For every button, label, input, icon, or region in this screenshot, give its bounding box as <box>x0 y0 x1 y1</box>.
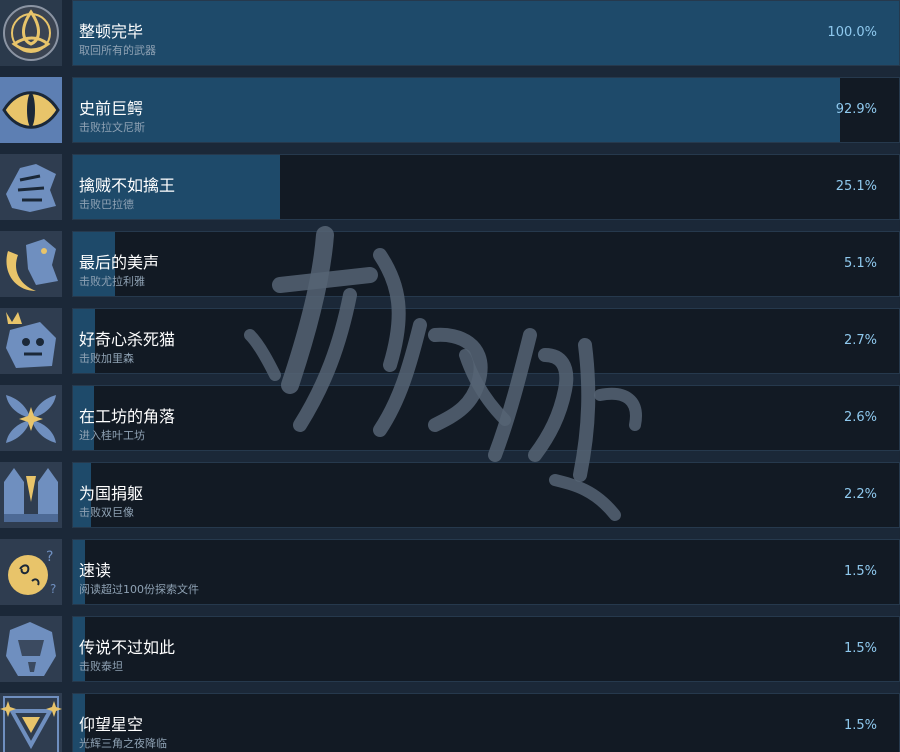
achievement-description: 击败加里森 <box>79 352 134 365</box>
swirl-face-icon: ? ? <box>0 539 62 605</box>
titan-armor-icon <box>0 616 62 682</box>
achievement-title: 整顿完毕 <box>79 22 144 41</box>
achievement-title: 在工坊的角落 <box>79 407 176 426</box>
triquetra-knot-icon <box>0 0 62 66</box>
unlock-percent: 1.5% <box>843 564 877 579</box>
achievement-row[interactable]: 仰望星空 光辉三角之夜降临 1.5% <box>0 693 900 752</box>
achievement-title: 最后的美声 <box>79 253 160 272</box>
achievement-description: 阅读超过100份探索文件 <box>79 583 199 596</box>
achievement-row[interactable]: 擒贼不如擒王 击败巴拉德 25.1% <box>0 154 900 220</box>
achievement-title: 擒贼不如擒王 <box>79 176 176 195</box>
crowned-cat-icon <box>0 308 62 374</box>
reptile-eye-icon <box>0 77 62 143</box>
achievement-row[interactable]: 传说不过如此 击败泰坦 1.5% <box>0 616 900 682</box>
achievement-title: 传说不过如此 <box>79 638 176 657</box>
unlock-percent: 92.9% <box>835 102 877 117</box>
achievement-card: 仰望星空 光辉三角之夜降临 1.5% <box>72 693 900 752</box>
achievement-row[interactable]: 最后的美声 击败尤拉利雅 5.1% <box>0 231 900 297</box>
svg-text:?: ? <box>50 582 56 596</box>
unlock-percent: 25.1% <box>835 179 877 194</box>
achievement-row[interactable]: 史前巨鳄 击败拉文尼斯 92.9% <box>0 77 900 143</box>
unlock-percent: 1.5% <box>843 718 877 733</box>
unlock-percent: 2.6% <box>843 410 877 425</box>
achievement-description: 击败巴拉德 <box>79 198 134 211</box>
star-triangle-icon <box>0 693 62 752</box>
bird-crescent-icon <box>0 231 62 297</box>
beast-head-icon <box>0 154 62 220</box>
achievement-card: 好奇心杀死猫 击败加里森 2.7% <box>72 308 900 374</box>
achievement-row[interactable]: 为国捐躯 击败双巨像 2.2% <box>0 462 900 528</box>
unlock-percent: 2.2% <box>843 487 877 502</box>
unlock-percent: 100.0% <box>827 25 877 40</box>
achievement-description: 光辉三角之夜降临 <box>79 737 167 750</box>
achievement-card: 传说不过如此 击败泰坦 1.5% <box>72 616 900 682</box>
achievement-list: 整顿完毕 取回所有的武器 100.0% 史前巨鳄 击败拉文尼斯 92.9% 擒贼… <box>0 0 900 752</box>
achievement-card: 为国捐躯 击败双巨像 2.2% <box>72 462 900 528</box>
achievement-card: 擒贼不如擒王 击败巴拉德 25.1% <box>72 154 900 220</box>
achievement-card: 在工坊的角落 进入桂叶工坊 2.6% <box>72 385 900 451</box>
achievement-description: 进入桂叶工坊 <box>79 429 145 442</box>
achievement-title: 仰望星空 <box>79 715 144 734</box>
achievement-title: 好奇心杀死猫 <box>79 330 176 349</box>
achievement-card: 速读 阅读超过100份探索文件 1.5% <box>72 539 900 605</box>
achievement-row[interactable]: 在工坊的角落 进入桂叶工坊 2.6% <box>0 385 900 451</box>
achievement-row[interactable]: ? ? 速读 阅读超过100份探索文件 1.5% <box>0 539 900 605</box>
unlock-percent: 5.1% <box>843 256 877 271</box>
unlock-percent: 1.5% <box>843 641 877 656</box>
achievement-card: 史前巨鳄 击败拉文尼斯 92.9% <box>72 77 900 143</box>
achievement-title: 速读 <box>79 561 112 580</box>
achievement-title: 为国捐躯 <box>79 484 144 503</box>
twin-statues-icon <box>0 462 62 528</box>
unlock-progress-bar <box>73 1 899 65</box>
svg-text:?: ? <box>46 549 53 565</box>
achievement-card: 最后的美声 击败尤拉利雅 5.1% <box>72 231 900 297</box>
achievement-description: 击败泰坦 <box>79 660 123 673</box>
achievement-description: 击败尤拉利雅 <box>79 275 145 288</box>
achievement-title: 史前巨鳄 <box>79 99 144 118</box>
unlock-progress-bar <box>73 78 840 142</box>
unlock-percent: 2.7% <box>843 333 877 348</box>
achievement-row[interactable]: 好奇心杀死猫 击败加里森 2.7% <box>0 308 900 374</box>
achievement-card: 整顿完毕 取回所有的武器 100.0% <box>72 0 900 66</box>
achievement-description: 击败拉文尼斯 <box>79 121 145 134</box>
achievement-description: 取回所有的武器 <box>79 44 156 57</box>
achievement-description: 击败双巨像 <box>79 506 134 519</box>
achievement-row[interactable]: 整顿完毕 取回所有的武器 100.0% <box>0 0 900 66</box>
leaf-flower-icon <box>0 385 62 451</box>
